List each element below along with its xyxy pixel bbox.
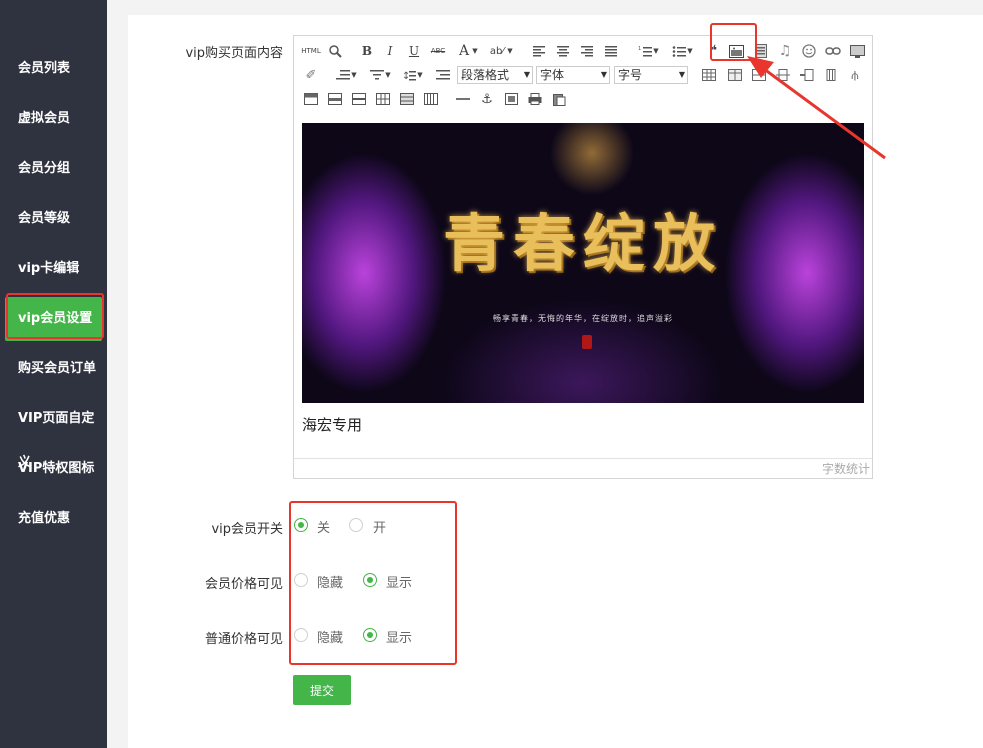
vip-switch-on-radio[interactable] <box>349 518 363 532</box>
sidebar-item-label: VIP特权图标 <box>18 461 95 476</box>
font-color-label: A <box>458 43 470 59</box>
paragraph-format-select[interactable]: 段落格式 ▼ <box>457 66 533 84</box>
italic-label: I <box>387 44 393 58</box>
sidebar-item-label: 购买会员订单 <box>18 361 97 376</box>
sidebar-item-vip-page-custom[interactable]: VIP页面自定义 <box>5 397 102 470</box>
sidebar-item-label: 会员列表 <box>18 61 71 76</box>
svg-text:1: 1 <box>638 46 641 52</box>
bold-button[interactable]: B <box>358 42 376 60</box>
font-size-select[interactable]: 字号 ▼ <box>614 66 688 84</box>
content-label: vip购买页面内容 <box>185 46 283 61</box>
chevron-down-icon: ▼ <box>678 70 685 79</box>
table-icon[interactable] <box>700 66 718 84</box>
member-price-label: 会员价格可见 <box>204 577 283 592</box>
normal-price-hide-radio[interactable] <box>294 628 308 642</box>
table-row-below-icon[interactable] <box>326 90 344 108</box>
normal-price-show-label[interactable]: 显示 <box>386 627 412 646</box>
strike-label: ABC <box>430 47 446 55</box>
font-size-value: 字号 <box>618 68 643 82</box>
underline-label: U <box>408 44 420 58</box>
sidebar-item-vip-card-edit[interactable]: vip卡编辑 <box>5 247 102 291</box>
sidebar-item-member-level[interactable]: 会员等级 <box>5 197 102 241</box>
member-price-show-radio[interactable] <box>363 573 377 587</box>
chevron-down-icon[interactable]: ▼ <box>686 42 694 60</box>
outdent-icon[interactable] <box>434 66 452 84</box>
align-right-icon[interactable] <box>578 42 596 60</box>
banner-title: 青春绽放 <box>442 207 723 280</box>
table-col-left-icon[interactable] <box>374 90 392 108</box>
vip-switch-label: vip会员开关 <box>211 522 283 537</box>
chevron-down-icon[interactable]: ▼ <box>384 66 392 84</box>
seal-icon <box>582 335 592 349</box>
chevron-down-icon[interactable]: ▼ <box>350 66 358 84</box>
sidebar-item-virtual-member[interactable]: 虚拟会员 <box>5 97 102 141</box>
vip-switch-on-label[interactable]: 开 <box>373 517 386 536</box>
underline-button[interactable]: U <box>405 42 423 60</box>
horizontal-rule-icon[interactable] <box>454 90 472 108</box>
table-col-right-icon[interactable] <box>398 90 416 108</box>
align-justify-icon[interactable] <box>602 42 620 60</box>
member-price-hide-radio[interactable] <box>294 573 308 587</box>
sidebar-item-recharge-offer[interactable]: 充值优惠 <box>5 497 102 541</box>
chevron-down-icon[interactable]: ▼ <box>471 42 479 60</box>
banner-subtitle: 畅享青春，无悔的年华，在绽放时，追声溢彩 <box>493 314 673 323</box>
html-source-button[interactable]: HTML <box>300 42 322 60</box>
member-price-hide-label[interactable]: 隐藏 <box>317 572 343 591</box>
banner-image: 青春绽放 畅享青春，无悔的年华，在绽放时，追声溢彩 <box>302 123 864 403</box>
chevron-down-icon[interactable]: ▼ <box>416 66 424 84</box>
align-left-icon[interactable] <box>530 42 548 60</box>
print-icon[interactable] <box>526 90 544 108</box>
normal-price-hide-label[interactable]: 隐藏 <box>317 627 343 646</box>
paste-icon[interactable] <box>550 90 568 108</box>
eraser-icon[interactable]: ✐ <box>302 66 320 84</box>
font-family-value: 字体 <box>540 68 565 82</box>
table-delete-col-icon[interactable] <box>422 90 440 108</box>
table-row-above-icon[interactable] <box>302 90 320 108</box>
arrow-annotation-icon <box>747 56 886 160</box>
bold-label: B <box>361 44 373 58</box>
sidebar-item-label: 充值优惠 <box>18 511 71 526</box>
image-icon[interactable] <box>502 90 520 108</box>
paragraph-format-value: 段落格式 <box>461 68 510 82</box>
sidebar-item-label: 会员分组 <box>18 161 71 176</box>
sidebar-item-member-group[interactable]: 会员分组 <box>5 147 102 191</box>
word-count: 字数统计 <box>294 458 872 478</box>
font-family-select[interactable]: 字体 ▼ <box>536 66 610 84</box>
sidebar-item-label: 会员等级 <box>18 211 71 226</box>
vip-switch-off-label[interactable]: 关 <box>317 517 330 536</box>
normal-price-label: 普通价格可见 <box>204 632 283 647</box>
member-price-show-label[interactable]: 显示 <box>386 572 412 591</box>
sidebar-item-vip-settings[interactable]: vip会员设置 <box>5 297 102 341</box>
chevron-down-icon: ▼ <box>600 70 607 79</box>
chevron-down-icon: ▼ <box>523 70 530 79</box>
chevron-down-icon[interactable]: ▼ <box>506 42 514 60</box>
chevron-down-icon[interactable]: ▼ <box>652 42 660 60</box>
anchor-icon[interactable]: ⚓ <box>478 90 496 108</box>
submit-button[interactable]: 提交 <box>293 675 351 705</box>
normal-price-show-radio[interactable] <box>363 628 377 642</box>
sidebar: 会员列表 虚拟会员 会员分组 会员等级 vip卡编辑 vip会员设置 购买会员订… <box>0 0 107 748</box>
sidebar-item-label: vip卡编辑 <box>18 261 80 276</box>
align-center-icon[interactable] <box>554 42 572 60</box>
preview-icon[interactable] <box>326 42 344 60</box>
vip-switch-off-radio[interactable] <box>294 518 308 532</box>
sidebar-item-label: 虚拟会员 <box>18 111 71 126</box>
strikethrough-button[interactable]: ABC <box>429 42 447 60</box>
sidebar-item-label: vip会员设置 <box>18 311 93 326</box>
blockquote-icon[interactable]: ❝ <box>704 42 722 60</box>
italic-button[interactable]: I <box>381 42 399 60</box>
sidebar-item-vip-orders[interactable]: 购买会员订单 <box>5 347 102 391</box>
sidebar-item-vip-privilege-icons[interactable]: VIP特权图标 <box>5 447 102 491</box>
editor-content-text[interactable]: 海宏专用 <box>302 414 362 435</box>
sidebar-item-member-list[interactable]: 会员列表 <box>5 47 102 91</box>
table-delete-row-icon[interactable] <box>350 90 368 108</box>
html-label: HTML <box>301 47 321 55</box>
highlight-color-icon[interactable]: ab⁄ <box>488 42 506 60</box>
